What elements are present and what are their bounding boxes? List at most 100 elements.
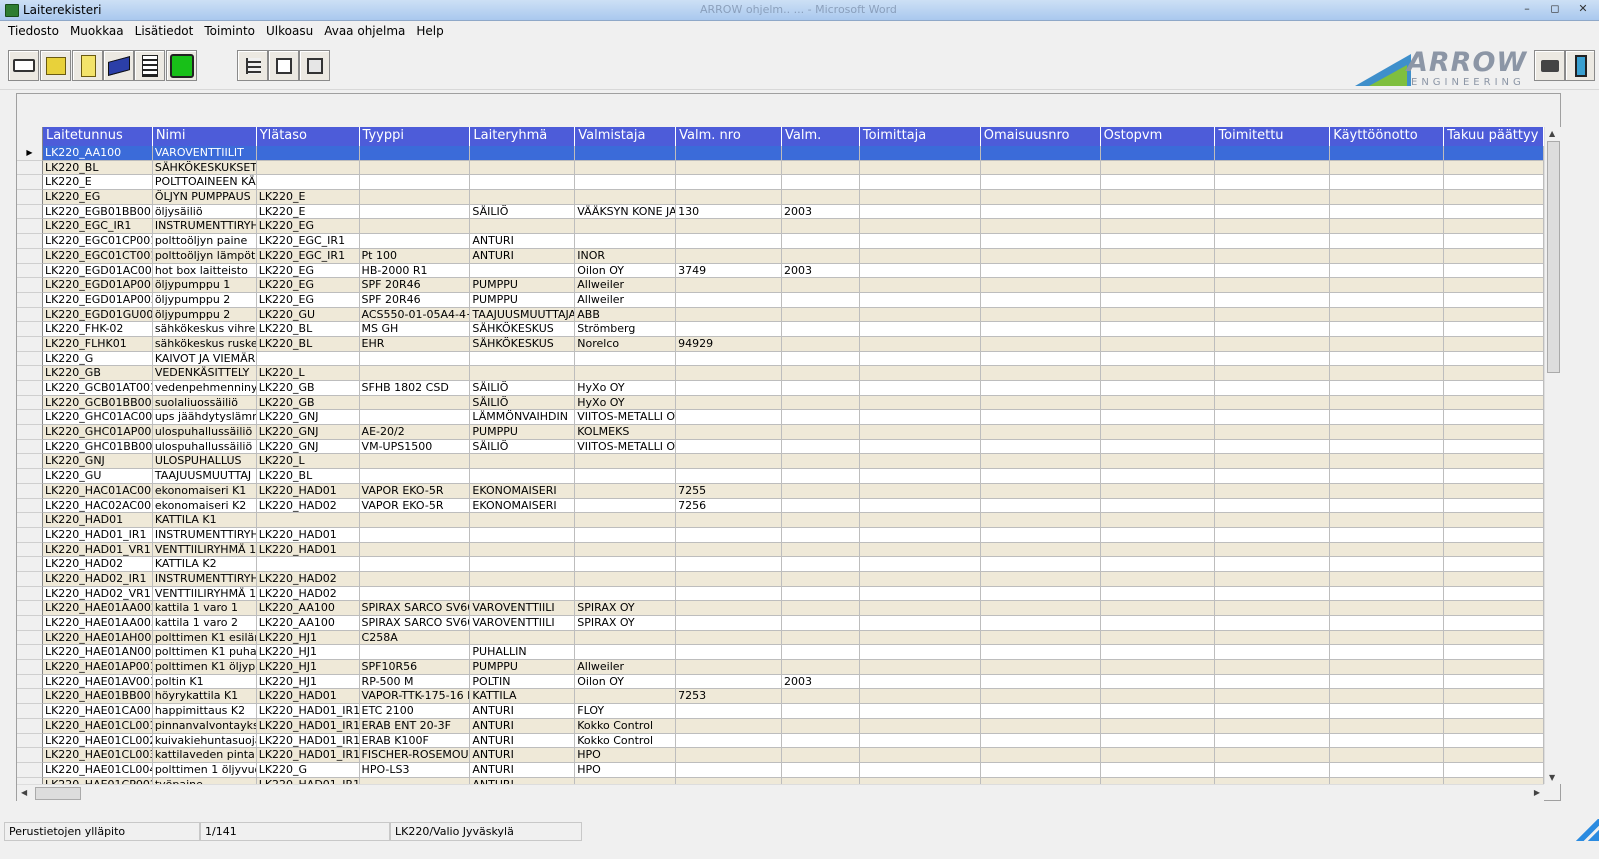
table-cell[interactable] xyxy=(1444,704,1544,719)
scroll-up-icon[interactable]: ▲ xyxy=(1549,129,1555,138)
row-indicator[interactable] xyxy=(17,762,43,778)
table-row[interactable]: LK220_HAE01CA001 happimittaus K2 LK220_HAD… xyxy=(17,704,1544,719)
table-cell[interactable] xyxy=(859,483,981,499)
table-cell[interactable] xyxy=(676,322,782,337)
table-cell[interactable] xyxy=(1330,234,1445,249)
row-indicator[interactable] xyxy=(17,336,43,352)
open-folder-button[interactable] xyxy=(40,50,71,81)
table-cell[interactable] xyxy=(256,513,360,528)
table-cell[interactable] xyxy=(676,292,782,308)
table-cell[interactable] xyxy=(1444,513,1544,528)
table-cell[interactable] xyxy=(1100,395,1216,411)
table-cell[interactable] xyxy=(980,234,1101,249)
table-cell[interactable]: LK220_GHC01AP001 xyxy=(42,425,153,440)
table-cell[interactable] xyxy=(676,410,782,426)
table-row[interactable]: LK220_HAD02 KATTILA K2 xyxy=(17,557,1544,572)
table-cell[interactable]: HPO-LS3 xyxy=(359,762,471,778)
table-cell[interactable] xyxy=(980,542,1101,558)
table-cell[interactable] xyxy=(782,175,860,191)
table-cell[interactable]: ABB xyxy=(575,307,677,323)
table-cell[interactable] xyxy=(859,381,981,396)
table-cell[interactable] xyxy=(1444,718,1544,734)
table-cell[interactable]: SÄILIÖ xyxy=(470,381,576,396)
table-cell[interactable]: FLOY xyxy=(575,704,677,719)
table-cell[interactable]: Kokko Control xyxy=(575,733,677,749)
table-row[interactable]: LK220_HAE01BB001 höyrykattila K1 LK220_HAD… xyxy=(17,689,1544,705)
table-cell[interactable] xyxy=(980,381,1101,396)
table-cell[interactable]: VIITOS-METALLI OY xyxy=(575,439,677,455)
menu-ulkoasu[interactable]: Ulkoasu xyxy=(262,24,317,38)
table-cell[interactable] xyxy=(676,704,782,719)
table-cell[interactable]: SPIRAX OY xyxy=(575,601,677,616)
table-cell[interactable]: pinnanvalvontayksikk xyxy=(152,718,257,734)
table-cell[interactable]: ANTURI xyxy=(470,248,576,264)
column-header[interactable]: Nimi xyxy=(152,127,257,146)
table-cell[interactable]: LK220_EGD01AC001 xyxy=(42,263,153,279)
table-cell[interactable] xyxy=(676,146,782,161)
table-cell[interactable]: LK220_BL xyxy=(42,160,153,176)
table-cell[interactable] xyxy=(1215,263,1331,279)
table-cell[interactable] xyxy=(859,410,981,426)
row-indicator[interactable] xyxy=(17,278,43,293)
table-cell[interactable]: kattilaveden pinta K1 xyxy=(152,748,257,763)
minimize-button[interactable]: – xyxy=(1517,2,1537,16)
table-cell[interactable]: vedenpehmenninyksi xyxy=(152,381,257,396)
table-cell[interactable]: EKONOMAISERI xyxy=(470,483,576,499)
table-cell[interactable] xyxy=(859,469,981,484)
table-cell[interactable]: PUMPPU xyxy=(470,278,576,293)
table-cell[interactable] xyxy=(470,513,576,528)
table-cell[interactable] xyxy=(1330,571,1445,587)
table-cell[interactable] xyxy=(1330,410,1445,426)
table-cell[interactable] xyxy=(359,645,471,661)
table-cell[interactable] xyxy=(470,542,576,558)
table-cell[interactable] xyxy=(782,336,860,352)
table-cell[interactable]: LK220_E xyxy=(256,190,360,205)
table-cell[interactable] xyxy=(859,586,981,602)
table-row[interactable]: LK220_HAD01_IR1 INSTRUMENTTIRYH LK220_HAD0… xyxy=(17,527,1544,543)
table-row[interactable]: LK220_HAE01AA002 kattila 1 varo 1 LK220_AA… xyxy=(17,601,1544,616)
table-cell[interactable] xyxy=(1330,395,1445,411)
table-cell[interactable] xyxy=(1444,278,1544,293)
table-cell[interactable] xyxy=(980,292,1101,308)
table-cell[interactable] xyxy=(1444,410,1544,426)
table-cell[interactable] xyxy=(1330,645,1445,661)
table-cell[interactable]: LK220_G xyxy=(42,351,153,367)
table-cell[interactable]: LK220_HAD01_IR1 xyxy=(256,718,360,734)
table-cell[interactable] xyxy=(980,616,1101,631)
table-cell[interactable]: VAPOR EKO-5R xyxy=(359,483,471,499)
table-cell[interactable]: 3749 xyxy=(676,263,782,279)
table-cell[interactable] xyxy=(1444,307,1544,323)
vertical-scroll-thumb[interactable] xyxy=(1547,141,1560,373)
table-cell[interactable] xyxy=(859,336,981,352)
table-cell[interactable] xyxy=(1444,234,1544,249)
table-cell[interactable] xyxy=(1100,190,1216,205)
column-header[interactable]: Valm. xyxy=(782,127,860,146)
table-cell[interactable] xyxy=(1330,278,1445,293)
table-cell[interactable] xyxy=(782,366,860,381)
table-cell[interactable]: HB-2000 R1 xyxy=(359,263,471,279)
table-cell[interactable] xyxy=(782,586,860,602)
table-cell[interactable]: hot box laitteisto xyxy=(152,263,257,279)
table-cell[interactable]: öljysäiliö xyxy=(152,204,257,220)
table-cell[interactable]: INSTRUMENTTIRYH xyxy=(152,571,257,587)
table-cell[interactable]: EHR xyxy=(359,336,471,352)
table-cell[interactable] xyxy=(1444,616,1544,631)
table-cell[interactable]: LK220_GB xyxy=(42,366,153,381)
table-cell[interactable]: LK220_L xyxy=(256,454,360,470)
table-cell[interactable]: SPF 20R46 xyxy=(359,292,471,308)
table-cell[interactable]: SFHB 1802 CSD xyxy=(359,381,471,396)
table-cell[interactable] xyxy=(1100,513,1216,528)
table-cell[interactable]: LK220_EGC_IR1 xyxy=(42,219,153,235)
table-cell[interactable]: LK220_AA100 xyxy=(256,601,360,616)
table-cell[interactable] xyxy=(1215,204,1331,220)
table-cell[interactable] xyxy=(1444,674,1544,690)
table-cell[interactable]: LK220_GB xyxy=(256,395,360,411)
table-row[interactable]: LK220_HAE01CL001pinnanvalvontayksikkLK22… xyxy=(17,718,1544,734)
table-cell[interactable] xyxy=(676,248,782,264)
table-cell[interactable] xyxy=(1215,689,1331,705)
table-cell[interactable] xyxy=(859,234,981,249)
table-cell[interactable] xyxy=(1100,660,1216,675)
row-indicator[interactable] xyxy=(17,322,43,337)
table-cell[interactable] xyxy=(676,542,782,558)
table-cell[interactable] xyxy=(1444,190,1544,205)
